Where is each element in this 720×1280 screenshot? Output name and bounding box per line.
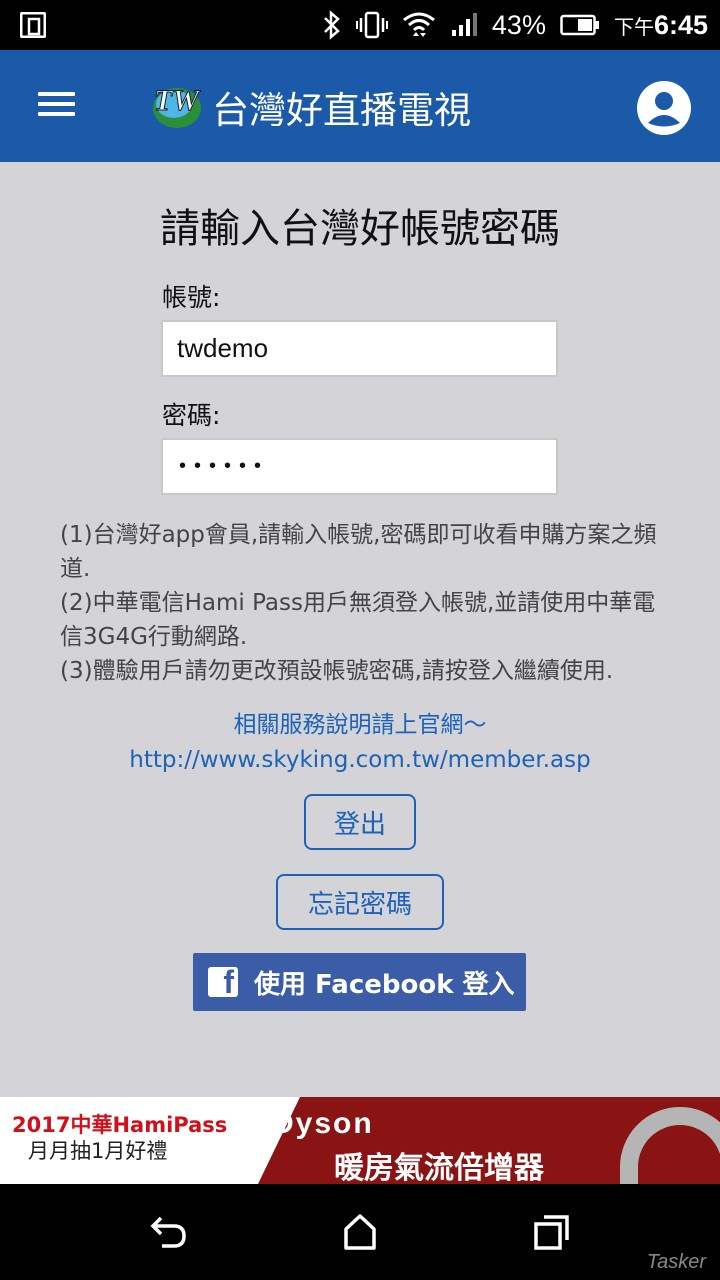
battery-percent: 43% [491, 9, 546, 40]
service-info-link[interactable]: 相關服務說明請上官網～ http://www.skyking.com.tw/me… [0, 708, 720, 778]
page-heading: 請輸入台灣好帳號密碼 [160, 206, 560, 252]
forgot-password-button[interactable]: 忘記密碼 [276, 874, 444, 930]
account-label: 帳號: [162, 283, 221, 312]
app-bar: TW 台灣好直播電視 [0, 50, 720, 162]
password-label: 密碼: [162, 401, 221, 430]
instruction-item: (1)台灣好app會員,請輸入帳號,密碼即可收看申購方案之頻道. [60, 522, 657, 582]
navigation-bar: Tasker [0, 1184, 720, 1280]
menu-button[interactable] [30, 86, 82, 126]
back-icon[interactable] [148, 1212, 188, 1252]
account-icon[interactable] [636, 80, 692, 136]
logo-text: TW [154, 84, 201, 117]
hamburger-icon-line [38, 92, 75, 96]
clock-prefix: 下午 [613, 16, 654, 39]
service-link-text: 相關服務說明請上官網～ [233, 712, 487, 738]
status-bar: 43% 下午6:45 [0, 0, 720, 50]
bluetooth-icon [324, 10, 340, 40]
facebook-icon: f [208, 967, 238, 997]
ad-brand: Dyson [272, 1107, 374, 1140]
home-icon[interactable] [340, 1212, 380, 1252]
signal-icon [451, 13, 477, 36]
ad-product: 暖房氣流倍增器 [334, 1151, 544, 1184]
clock-time: 6:45 [653, 9, 708, 40]
battery-icon [560, 14, 599, 36]
instruction-item: (3)體驗用戶請勿更改預設帳號密碼,請按登入繼續使用. [60, 658, 614, 684]
hamburger-icon-line [38, 112, 75, 116]
logout-button[interactable]: 登出 [304, 794, 416, 850]
vibrate-icon [355, 11, 388, 39]
tw-logo-icon: TW [153, 84, 202, 128]
tasker-watermark: Tasker [646, 1251, 706, 1273]
service-link-url[interactable]: http://www.skyking.com.tw/member.asp [0, 743, 720, 778]
hamburger-icon-line [38, 102, 75, 106]
facebook-login-label: 使用 Facebook 登入 [254, 969, 515, 1000]
clock: 下午6:45 [614, 10, 708, 41]
ad-line2: 月月抽1月好禮 [28, 1139, 168, 1163]
instruction-item: (2)中華電信Hami Pass用戶無須登入帳號,並請使用中華電信3G4G行動網… [60, 590, 656, 650]
app-title: 台灣好直播電視 [212, 89, 471, 132]
instructions: (1)台灣好app會員,請輸入帳號,密碼即可收看申購方案之頻道. (2)中華電信… [60, 518, 660, 688]
screen-rotate-icon [20, 12, 46, 38]
recent-apps-icon[interactable] [532, 1212, 572, 1252]
ad-product-image [620, 1107, 720, 1184]
facebook-login-button[interactable]: f 使用 Facebook 登入 [193, 953, 526, 1011]
account-input[interactable]: twdemo [161, 320, 558, 377]
ad-banner[interactable]: 2017中華HamiPass 月月抽1月好禮 Dyson 暖房氣流倍增器 [0, 1097, 720, 1184]
password-input[interactable]: •••••• [161, 438, 558, 495]
wifi-icon [402, 12, 435, 37]
